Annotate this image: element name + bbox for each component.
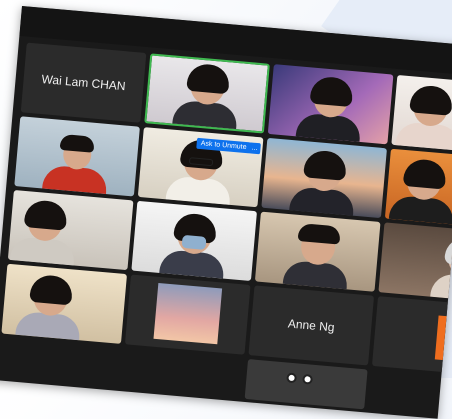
participant-video [295, 75, 365, 142]
participant-video [388, 157, 452, 225]
tile-participant-8[interactable] [384, 148, 452, 229]
avatar: Y [434, 315, 452, 364]
tile-participant-4[interactable] [391, 74, 452, 156]
participant-video [42, 133, 110, 195]
owl-eye-icon [302, 373, 313, 385]
participant-video [430, 235, 452, 303]
tile-participant-9[interactable] [7, 189, 134, 271]
participant-video [159, 212, 228, 279]
tile-participant-glasses[interactable]: Ask to Unmute ... [137, 127, 264, 208]
tile-anne-ng[interactable]: Anne Ng [248, 285, 375, 366]
tile-participant-red-shirt[interactable] [14, 116, 140, 197]
face-mask-icon [181, 234, 207, 250]
participant-video [289, 149, 358, 216]
participant-video [172, 62, 241, 130]
tile-bridge-background[interactable] [261, 137, 387, 219]
tile-participant-11[interactable] [254, 211, 381, 292]
participant-name: Anne Ng [287, 316, 336, 335]
tile-active-speaker[interactable] [144, 53, 270, 134]
participant-video [395, 84, 452, 151]
more-options-button[interactable]: ... [248, 142, 261, 155]
tile-participant-12[interactable] [378, 222, 452, 303]
video-gallery: Wai Lam CHAN Ask to Unmute ... Anne Ng Y [0, 6, 452, 419]
tile-participant-mask[interactable] [131, 200, 258, 281]
tile-y-avatar[interactable]: Y [371, 296, 452, 377]
tile-participant-13[interactable] [1, 263, 128, 344]
tile-galaxy-background[interactable] [267, 64, 394, 145]
tile-sky-image[interactable] [124, 274, 251, 355]
participant-video [14, 273, 84, 341]
participant-video [282, 222, 352, 290]
tile-owl-background[interactable] [244, 359, 368, 410]
participant-video [9, 199, 78, 266]
participant-name: Wai Lam CHAN [40, 72, 127, 94]
sky-picture [153, 282, 223, 345]
tile-wai-lam-chan[interactable]: Wai Lam CHAN [20, 42, 147, 123]
